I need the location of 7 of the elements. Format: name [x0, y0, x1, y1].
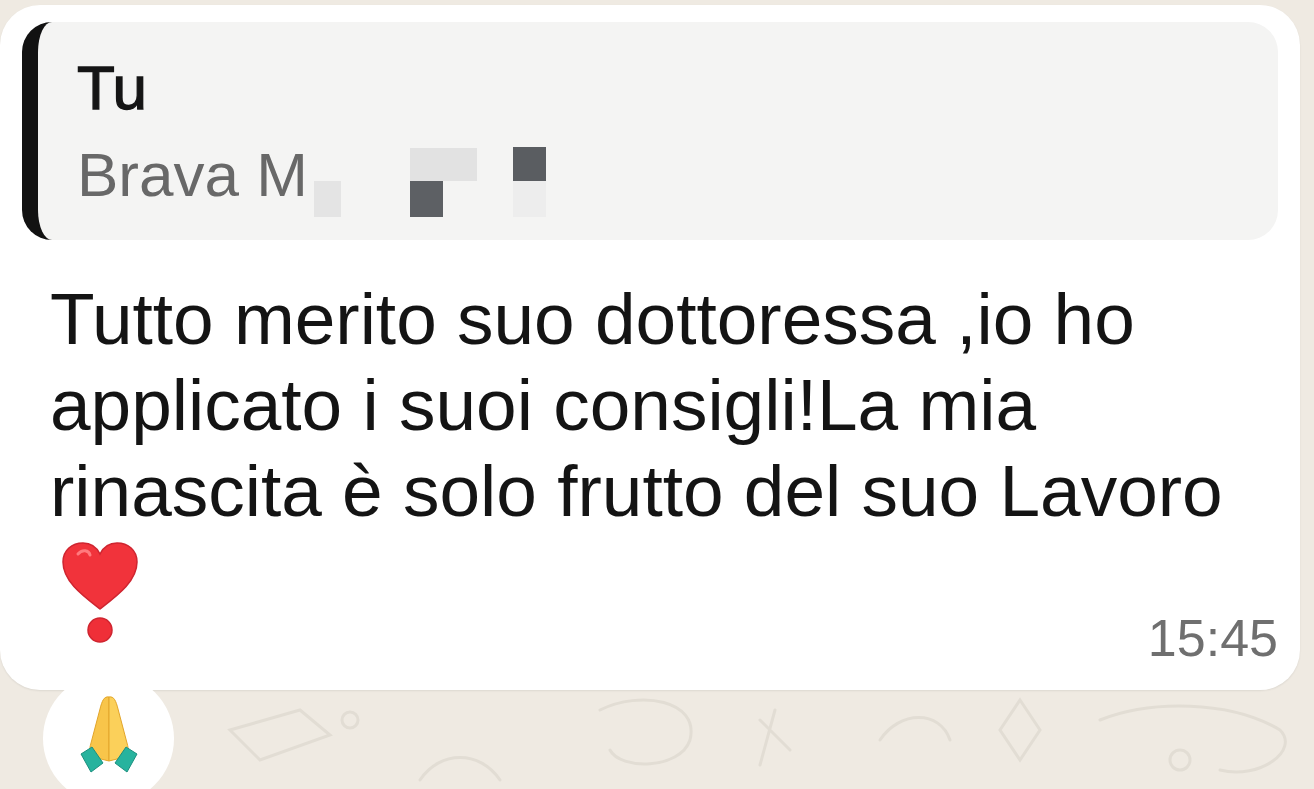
quote-author: Tu [77, 57, 148, 119]
message-time: 15:45 [1147, 612, 1278, 664]
praying-hands-icon [78, 695, 139, 773]
heart-exclamation-icon [62, 542, 138, 643]
quote-text: Brava M [77, 144, 308, 206]
quoted-message[interactable]: Tu Brava M [22, 22, 1278, 240]
message-text: Tutto merito suo dottoressa ,io ho applicato i suoi consigli!La mia rinascita è solo frutto del suo Lavoro [50, 277, 1224, 533]
